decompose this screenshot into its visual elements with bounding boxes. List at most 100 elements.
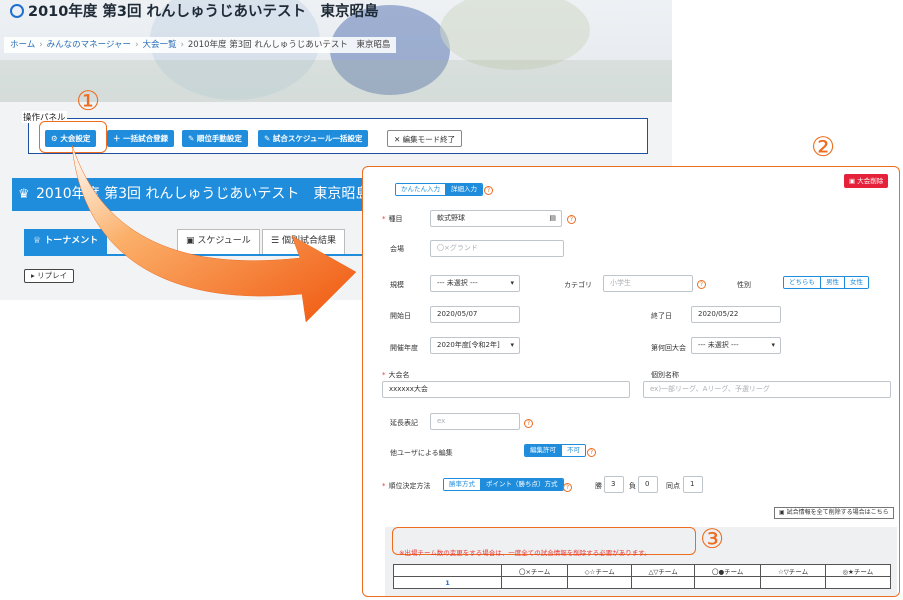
breadcrumb-home[interactable]: ホーム [10, 40, 35, 50]
overtime-label: 延長表記 [390, 419, 418, 427]
chevron-right-icon: › [39, 40, 43, 50]
detailed-mode-option[interactable]: 詳細入力 [445, 184, 482, 195]
tab-match-results[interactable]: ☰ 個別試合結果 [262, 229, 345, 254]
table-cell[interactable] [760, 576, 826, 589]
points-option[interactable]: ポイント（勝ち点）方式 [480, 479, 563, 490]
scale-select[interactable]: --- 未選択 --- [430, 275, 520, 292]
tab-tournament[interactable]: ♕ トーナメント [24, 229, 108, 254]
edit-icon: ✎ [188, 134, 197, 143]
callout-3: ③ [700, 524, 725, 555]
table-header-cell: △▽チーム [631, 564, 695, 577]
alt-name-label: 個別名称 [651, 371, 679, 379]
screenshot-root: 2010年度 第3回 れんしゅうじあいテスト 東京昭島 ホーム › みんなのマネージ… [0, 0, 903, 600]
help-icon[interactable]: ? [524, 419, 533, 428]
team-change-notice: ※出場チーム数の変更をする場合は、一度全ての試合情報を削除する必要があります。 [399, 549, 651, 557]
exit-edit-mode-button[interactable]: ✕ 編集モード終了 [387, 130, 463, 147]
venue-input[interactable]: 〇×グランド [430, 240, 564, 257]
breadcrumb: ホーム › みんなのマネージャー › 大会一覧 › 2010年度 第3回 れんしゅうじあいテ… [4, 37, 397, 53]
delete-all-matches-button[interactable]: ▣ 試合情報を全て削除する場合はこちら [774, 507, 894, 519]
tab-schedule[interactable]: ▣ スケジュール [177, 229, 260, 254]
help-icon[interactable]: ? [563, 483, 572, 492]
calendar-icon: ▣ [186, 236, 198, 246]
win-rate-option[interactable]: 勝率方式 [444, 479, 480, 490]
other-user-edit-label: 他ユーザによる編集 [390, 449, 453, 457]
bulk-match-register-button[interactable]: ＋ 一括試合登録 [107, 130, 175, 147]
alt-name-input[interactable]: ex)一部リーグ、Aリーグ、予選リーグ [643, 381, 891, 398]
scale-label: 規模 [390, 281, 404, 289]
table-cell[interactable] [693, 576, 762, 589]
gender-male-option[interactable]: 男性 [820, 277, 844, 288]
table-header-cell: ◇☆チーム [567, 564, 633, 577]
table-header-cell: ☆▽チーム [760, 564, 826, 577]
operation-panel: ⚙ 大会設定 ＋ 一括試合登録 ✎ 順位手動設定 ✎ 試合スケジュール一括設定 … [28, 118, 648, 154]
trophy-icon: ♕ [33, 236, 45, 246]
edit-deny-option[interactable]: 不可 [561, 445, 585, 456]
start-date-label: 開始日 [390, 312, 411, 320]
trash-icon: ▣ [779, 509, 787, 516]
help-icon[interactable]: ? [567, 215, 576, 224]
bulk-schedule-button[interactable]: ✎ 試合スケジュール一括設定 [258, 130, 369, 147]
edition-label: 第何回大会 [651, 344, 686, 352]
close-icon: ✕ [394, 135, 403, 144]
edit-icon: ✎ [264, 134, 273, 143]
tournament-name-input[interactable]: xxxxxx大会 [382, 381, 630, 398]
event-input[interactable]: 軟式野球 ▤ [430, 210, 562, 227]
table-header-cell: 〇×チーム [500, 564, 569, 577]
win-points-label: 勝 [595, 482, 602, 490]
help-icon[interactable]: ? [697, 280, 706, 289]
breadcrumb-tournament-list[interactable]: 大会一覧 [142, 40, 176, 50]
breadcrumb-current: 2010年度 第3回 れんしゅうじあいテスト 東京昭島 [187, 40, 391, 50]
loss-points-label: 負 [629, 482, 636, 490]
trash-icon: ▣ [849, 177, 858, 185]
table-cell[interactable] [631, 576, 695, 589]
fiscal-year-select[interactable]: 2020年度[令和2年] [430, 337, 520, 354]
hero-banner: 2010年度 第3回 れんしゅうじあいテスト 東京昭島 ホーム › みんなのマネージ… [0, 0, 672, 102]
category-label: カテゴリ [564, 281, 592, 289]
gender-both-option[interactable]: どちらも [784, 277, 820, 288]
category-input[interactable]: 小学生 [603, 275, 693, 292]
start-date-input[interactable]: 2020/05/07 [430, 306, 520, 323]
gender-toggle: どちらも 男性 女性 [783, 276, 869, 289]
edition-select[interactable]: --- 未選択 --- [691, 337, 781, 354]
ranking-method-label: * 順位決定方法 [382, 482, 431, 490]
gender-female-option[interactable]: 女性 [844, 277, 868, 288]
ranking-method-toggle: 勝率方式 ポイント（勝ち点）方式 [443, 478, 564, 491]
delete-tournament-button[interactable]: ▣ 大会削除 [844, 174, 889, 188]
gender-label: 性別 [737, 281, 751, 289]
event-label: * 種目 [382, 215, 403, 223]
settings-button-highlight [39, 121, 107, 153]
help-icon[interactable]: ? [484, 186, 493, 195]
tournament-settings-form: かんたん入力 詳細入力 ? ▣ 大会削除 * 種目 軟式野球 ▤ ? 会場 〇×グラ… [362, 166, 900, 597]
end-date-input[interactable]: 2020/05/22 [691, 306, 781, 323]
draw-points-input[interactable]: 1 [683, 476, 703, 493]
win-points-input[interactable]: 3 [604, 476, 624, 493]
match-table: 〇×チーム ◇☆チーム △▽チーム 〇●チーム ☆▽チーム ◎★チーム 1 [393, 564, 892, 589]
input-mode-toggle: かんたん入力 詳細入力 [395, 183, 483, 196]
fiscal-year-label: 開催年度 [390, 344, 418, 352]
table-header-cell: 〇●チーム [693, 564, 762, 577]
manual-ranking-button[interactable]: ✎ 順位手動設定 [182, 130, 248, 147]
overtime-input[interactable]: ex [430, 413, 520, 430]
tournament-name-label: * 大会名 [382, 371, 410, 379]
chevron-right-icon: › [180, 40, 184, 50]
table-corner-cell [393, 564, 502, 577]
plus-icon: ＋ [113, 134, 124, 143]
site-logo-icon [10, 4, 24, 18]
edit-allow-option[interactable]: 編集許可 [525, 445, 561, 456]
replay-button[interactable]: ▸ リプレイ [24, 269, 75, 283]
table-cell[interactable] [567, 576, 633, 589]
loss-points-input[interactable]: 0 [638, 476, 658, 493]
other-user-edit-toggle: 編集許可 不可 [524, 444, 586, 457]
table-row-number[interactable]: 1 [393, 576, 502, 589]
callout-2: ② [811, 132, 836, 163]
chevron-right-icon: › [135, 40, 139, 50]
table-cell[interactable] [824, 576, 892, 589]
table-cell[interactable] [500, 576, 569, 589]
clipboard-icon: ▤ [549, 214, 556, 222]
crown-icon: ♛ [18, 187, 30, 202]
breadcrumb-manager[interactable]: みんなのマネージャー [47, 40, 131, 50]
table-header-row: 〇×チーム ◇☆チーム △▽チーム 〇●チーム ☆▽チーム ◎★チーム [393, 564, 892, 577]
simple-mode-option[interactable]: かんたん入力 [396, 184, 445, 195]
help-icon[interactable]: ? [587, 448, 596, 457]
end-date-label: 終了日 [651, 312, 672, 320]
